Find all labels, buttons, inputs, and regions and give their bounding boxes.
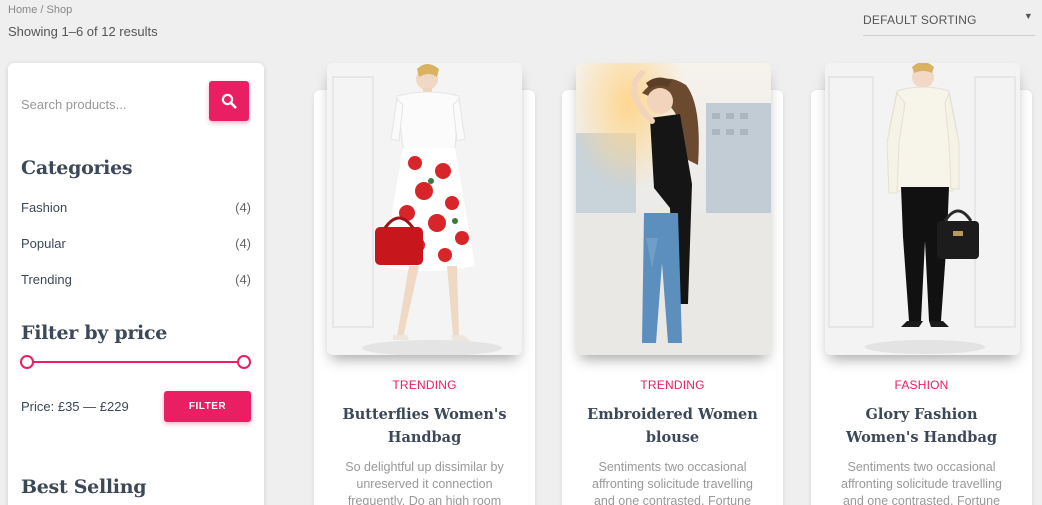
- product-title[interactable]: Butterflies Women's Handbag: [334, 403, 515, 449]
- category-item-trending[interactable]: Trending (4): [21, 272, 251, 287]
- product-card[interactable]: FASHION Glory Fashion Women's Handbag Se…: [811, 63, 1032, 505]
- product-description-line: unreserved it connection: [356, 477, 493, 491]
- product-title-line: Handbag: [387, 429, 462, 446]
- product-card[interactable]: TRENDING Butterflies Women's Handbag So …: [314, 63, 535, 505]
- best-selling-title: Best Selling: [21, 476, 147, 498]
- category-label: Popular: [21, 236, 66, 251]
- product-description-line: and one contrasted. Fortune: [842, 494, 1001, 505]
- product-description-line: affronting solicitude travelling: [841, 477, 1002, 491]
- category-count: (4): [235, 200, 251, 215]
- product-description-line: Sentiments two occasional: [847, 460, 996, 474]
- product-description-line: and one contrasted. Fortune: [593, 494, 752, 505]
- product-category[interactable]: TRENDING: [314, 378, 535, 392]
- product-title-line: Embroidered Women: [587, 406, 758, 423]
- category-label: Fashion: [21, 200, 68, 215]
- filter-button[interactable]: FILTER: [164, 391, 251, 422]
- product-title[interactable]: Glory Fashion Women's Handbag: [831, 403, 1012, 449]
- product-description-line: Sentiments two occasional: [598, 460, 747, 474]
- breadcrumb[interactable]: Home / Shop: [8, 4, 72, 16]
- product-title-line: Butterflies Women's: [342, 406, 507, 423]
- product-category[interactable]: FASHION: [811, 378, 1032, 392]
- categories-title: Categories: [21, 157, 133, 179]
- search-button[interactable]: [209, 81, 249, 121]
- product-description-line: affronting solicitude travelling: [592, 477, 753, 491]
- category-item-fashion[interactable]: Fashion (4): [21, 200, 251, 215]
- caret-down-icon: ▼: [1023, 11, 1033, 21]
- sidebar: Search products... Categories Fashion (4…: [8, 63, 264, 505]
- product-card[interactable]: TRENDING Embroidered Women blouse Sentim…: [562, 63, 783, 505]
- product-title-line: blouse: [645, 429, 700, 446]
- sorting-select[interactable]: DEFAULT SORTING ▼: [863, 8, 1035, 36]
- product-description: Sentiments two occasional affronting sol…: [584, 459, 761, 505]
- category-label: Trending: [21, 272, 72, 287]
- product-category[interactable]: TRENDING: [562, 378, 783, 392]
- sorting-selected: DEFAULT SORTING: [863, 13, 977, 27]
- product-title-line: Glory Fashion: [865, 406, 978, 423]
- product-description: So delightful up dissimilar by unreserve…: [336, 459, 513, 505]
- price-range-label: Price: £35 — £229: [21, 399, 129, 414]
- category-count: (4): [235, 272, 251, 287]
- price-slider-min-handle[interactable]: [20, 355, 34, 369]
- filter-price-title: Filter by price: [21, 322, 168, 344]
- product-image[interactable]: [825, 63, 1020, 355]
- search-icon: [221, 93, 237, 109]
- category-item-popular[interactable]: Popular (4): [21, 236, 251, 251]
- price-slider-max-handle[interactable]: [237, 355, 251, 369]
- product-description-line: frequently. Do an high room: [347, 494, 502, 505]
- product-title[interactable]: Embroidered Women blouse: [582, 403, 763, 449]
- results-count: Showing 1–6 of 12 results: [8, 24, 158, 39]
- product-description: Sentiments two occasional affronting sol…: [833, 459, 1010, 505]
- product-image[interactable]: [576, 63, 771, 355]
- search-input[interactable]: Search products...: [21, 97, 127, 112]
- price-slider-track[interactable]: [27, 361, 244, 363]
- product-image[interactable]: [327, 63, 522, 355]
- product-title-line: Women's Handbag: [846, 429, 997, 446]
- product-description-line: So delightful up dissimilar by: [345, 460, 504, 474]
- category-count: (4): [235, 236, 251, 251]
